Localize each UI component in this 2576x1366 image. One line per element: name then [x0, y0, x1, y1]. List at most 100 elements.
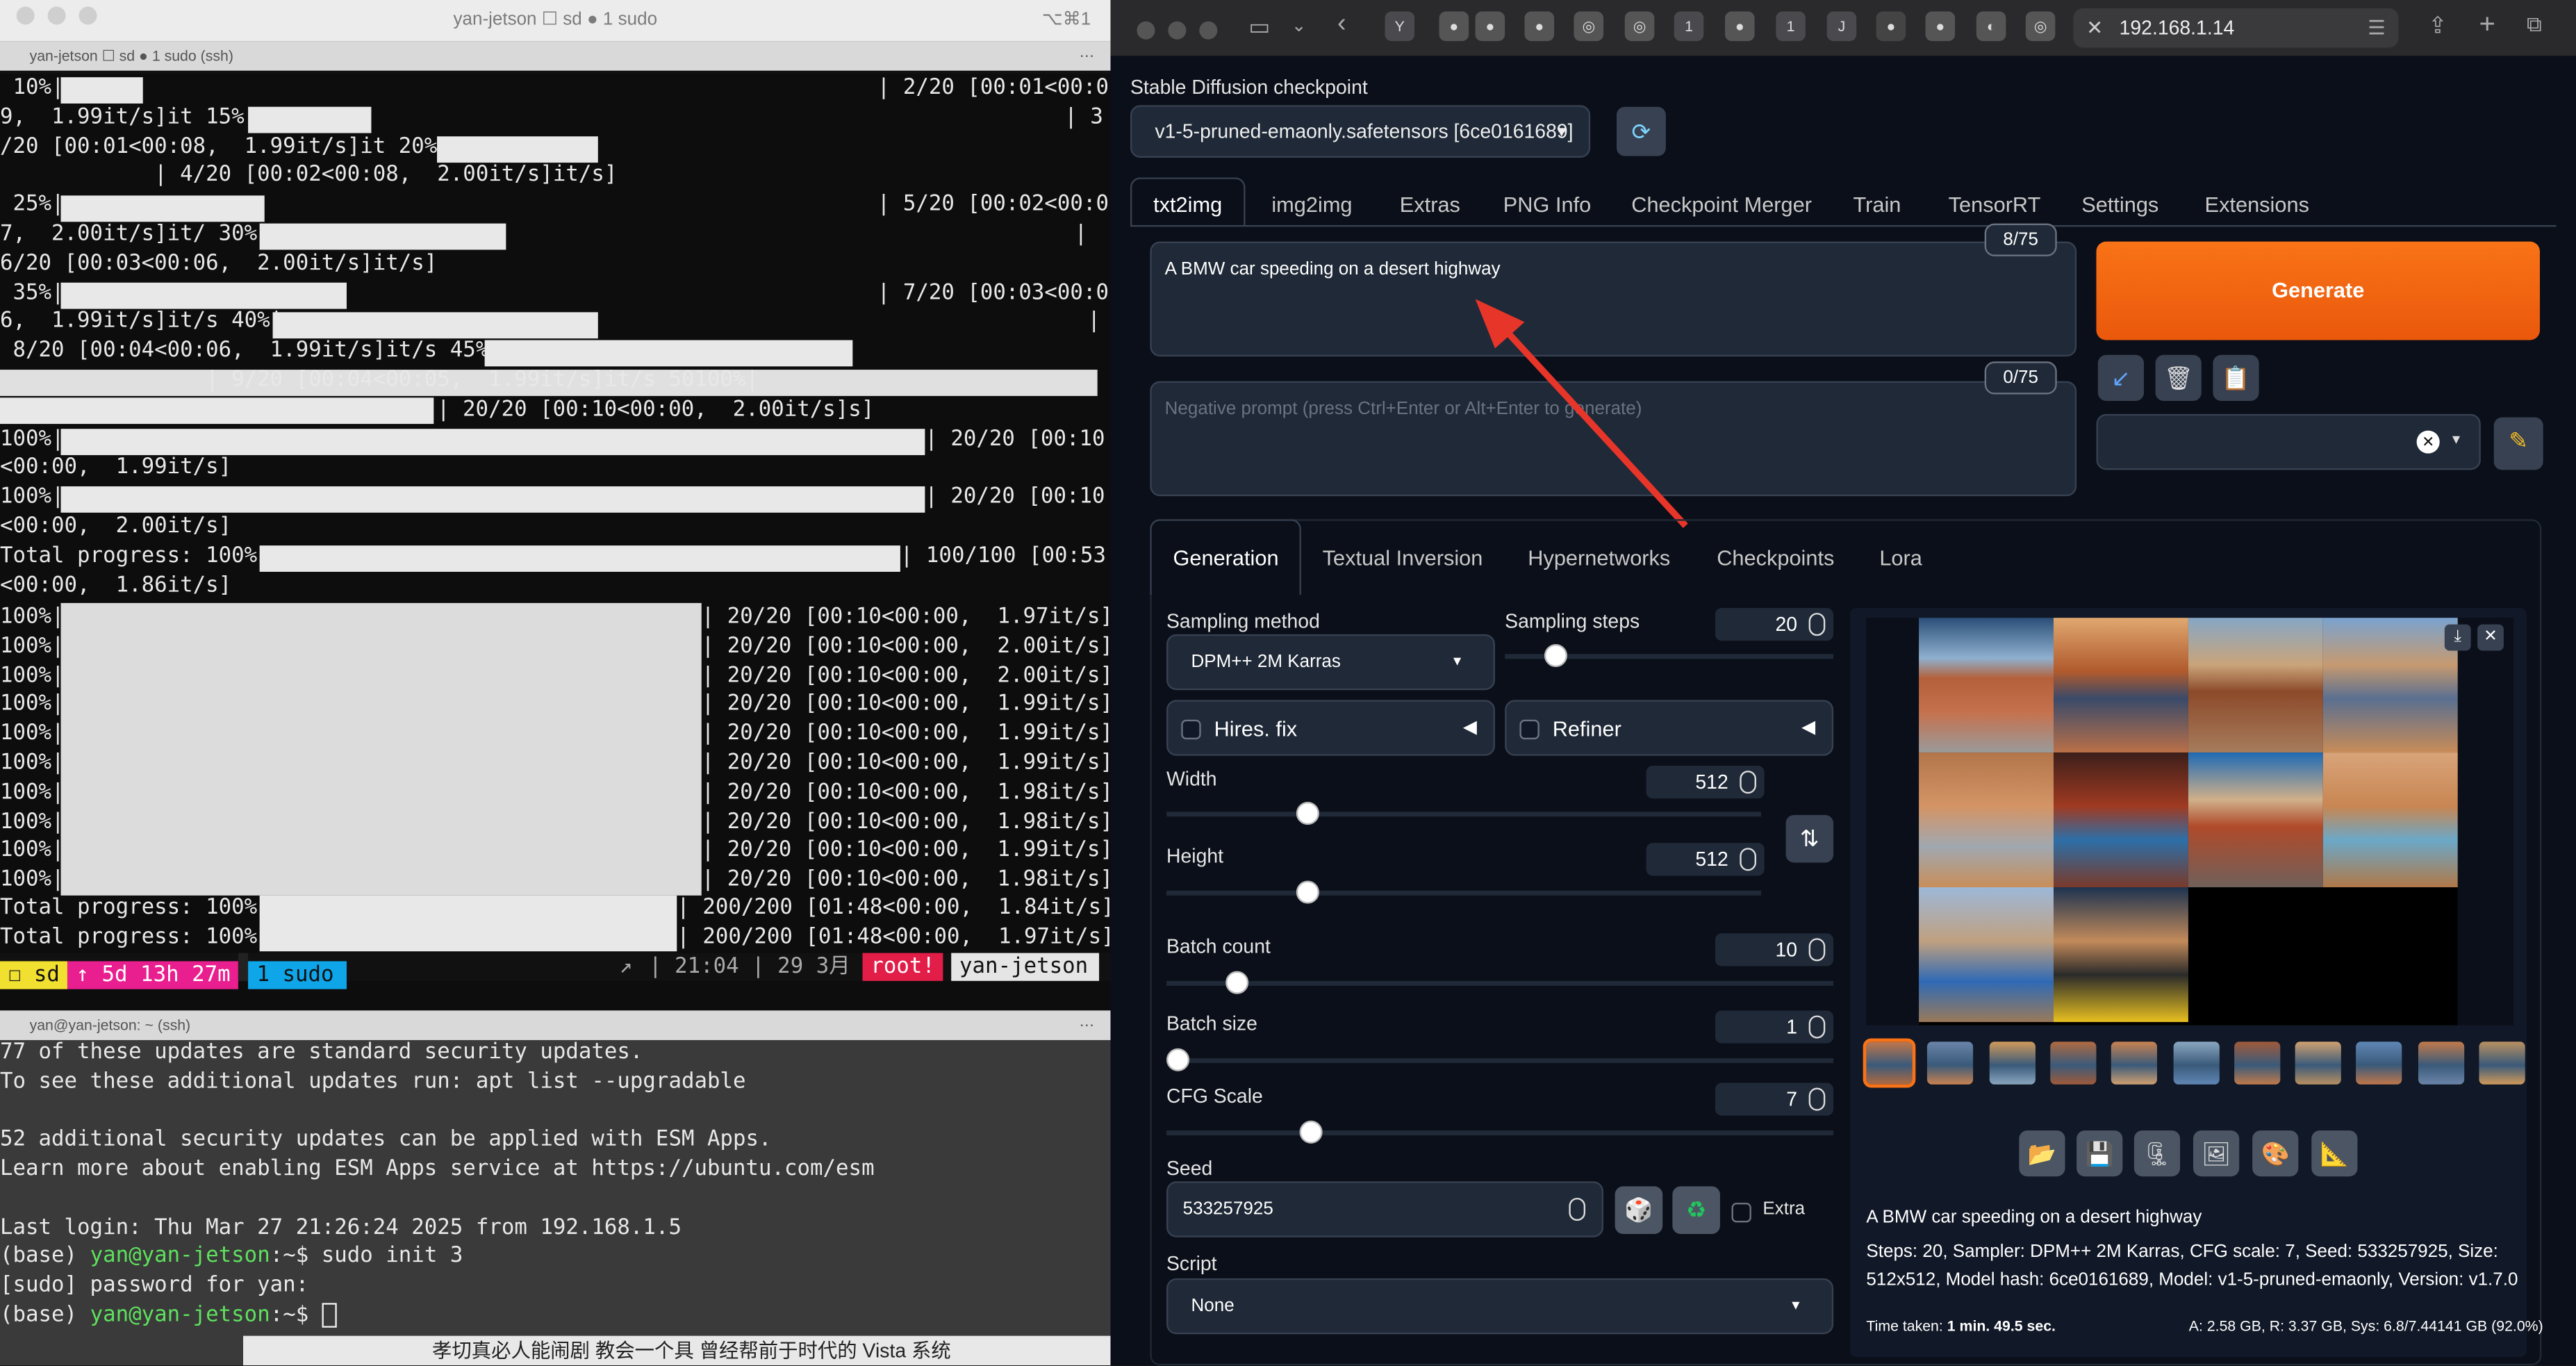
tab-train[interactable]: Train	[1853, 192, 1901, 217]
terminal-tab[interactable]: yan-jetson ☐ sd ● 1 sudo (ssh) ⋯	[0, 41, 1111, 71]
styles-select[interactable]: ✕ ▼	[2096, 413, 2481, 470]
thumbnail[interactable]	[1863, 1038, 1916, 1088]
width-knob[interactable]	[1296, 802, 1319, 825]
subtab-hypernetworks[interactable]: Hypernetworks	[1528, 545, 1670, 570]
window-controls[interactable]	[16, 0, 110, 41]
thumbnail[interactable]	[1988, 1042, 2036, 1085]
recycle-icon[interactable]: ♻	[1672, 1186, 1720, 1234]
tab-favicon[interactable]: ◐	[1976, 11, 2006, 42]
swap-dimensions-icon[interactable]: ⇅	[1785, 814, 1834, 863]
terminal-tab-2[interactable]: yan@yan-jetson: ~ (ssh) ⋯	[0, 1010, 1111, 1040]
stepper-icon[interactable]	[1569, 1197, 1586, 1221]
refresh-icon[interactable]: ⟳	[1616, 106, 1666, 156]
subtab-textual-inversion[interactable]: Textual Inversion	[1323, 545, 1483, 570]
refiner-checkbox[interactable]	[1519, 719, 1539, 740]
height-slider[interactable]	[1166, 890, 1762, 896]
subtab-lora[interactable]: Lora	[1879, 545, 1922, 570]
thumbnail-strip[interactable]	[1863, 1038, 2525, 1092]
seed-input[interactable]: 533257925	[1166, 1181, 1604, 1237]
stepper-icon[interactable]	[1808, 938, 1826, 962]
save-icon[interactable]: 💾	[2077, 1130, 2123, 1177]
width-slider[interactable]	[1166, 812, 1762, 817]
github-tab-icon[interactable]: ●	[1439, 11, 1469, 42]
script-select[interactable]: None ▼	[1166, 1278, 1834, 1335]
github-tab-icon[interactable]: ●	[1475, 11, 1505, 42]
extra-checkbox[interactable]	[1731, 1203, 1751, 1223]
width-input[interactable]: 512	[1646, 765, 1765, 799]
tab-extensions[interactable]: Extensions	[2205, 192, 2309, 217]
tab-png-info[interactable]: PNG Info	[1503, 192, 1591, 217]
refiner-accordion[interactable]: Refiner ◀	[1505, 700, 1834, 756]
close-tab-icon[interactable]: ✕	[2086, 8, 2103, 48]
batch-count-input[interactable]: 10	[1715, 933, 1834, 966]
batch-size-slider[interactable]	[1166, 1058, 1834, 1064]
tab-img2img[interactable]: img2img	[1271, 192, 1352, 217]
tab-menu-icon[interactable]: ⋯	[1080, 1010, 1094, 1040]
new-tab-icon[interactable]: +	[2479, 8, 2495, 41]
cfg-scale-input[interactable]: 7	[1715, 1083, 1834, 1116]
tab-settings[interactable]: Settings	[2081, 192, 2158, 217]
thumbnail[interactable]	[1927, 1042, 1974, 1085]
tab-favicon[interactable]: ◎	[1624, 11, 1655, 42]
thumbnail[interactable]	[2234, 1042, 2280, 1085]
collapse-icon[interactable]: ◀	[1801, 716, 1815, 737]
thumbnail[interactable]	[2050, 1042, 2097, 1085]
tab-extras[interactable]: Extras	[1400, 192, 1460, 217]
tab-favicon[interactable]: ◎	[2025, 11, 2056, 42]
dice-icon[interactable]: 🎲	[1615, 1186, 1663, 1234]
stepper-icon[interactable]	[1808, 613, 1826, 636]
github-tab-icon[interactable]: ●	[1925, 11, 1956, 42]
thumbnail[interactable]	[2172, 1042, 2219, 1085]
hires-fix-checkbox[interactable]	[1181, 719, 1201, 740]
trash-icon[interactable]: 🗑	[2155, 354, 2202, 402]
cfg-scale-knob[interactable]	[1299, 1120, 1323, 1144]
clipboard-icon[interactable]: 📋	[2213, 354, 2259, 402]
subtab-generation-label[interactable]: Generation	[1173, 545, 1278, 570]
tab-menu-icon[interactable]: ⋯	[1080, 41, 1094, 71]
height-knob[interactable]	[1296, 880, 1319, 904]
generate-button[interactable]: Generate	[2096, 241, 2540, 340]
sampling-steps-input[interactable]: 20	[1715, 607, 1834, 641]
collapse-icon[interactable]: ◀	[1463, 716, 1477, 737]
send-to-inpaint-icon[interactable]: 🎨	[2252, 1130, 2299, 1177]
folder-icon[interactable]: 📂	[2019, 1130, 2065, 1177]
close-icon[interactable]: ✕	[2477, 624, 2504, 651]
edit-styles-icon[interactable]: ✎	[2493, 417, 2543, 470]
tab-favicon[interactable]: Y	[1385, 11, 1415, 42]
batch-size-knob[interactable]	[1166, 1048, 1190, 1071]
thumbnail[interactable]	[2356, 1042, 2403, 1085]
thumbnail[interactable]	[2479, 1042, 2525, 1085]
stepper-icon[interactable]	[1740, 848, 1756, 871]
tab-favicon[interactable]: J	[1826, 11, 1857, 42]
sampling-method-select[interactable]: DPM++ 2M Karras ▼	[1166, 634, 1495, 691]
stepper-icon[interactable]	[1808, 1087, 1826, 1111]
batch-count-knob[interactable]	[1225, 971, 1249, 994]
send-to-img2img-icon[interactable]: 🖼	[2193, 1130, 2240, 1177]
cfg-scale-slider[interactable]	[1166, 1130, 1834, 1136]
tab-favicon[interactable]: 1	[1674, 11, 1704, 42]
tab-overview-icon[interactable]: ⧉	[2527, 12, 2542, 38]
thumbnail[interactable]	[2295, 1042, 2342, 1085]
paste-params-icon[interactable]: ↙	[2097, 354, 2145, 402]
height-input[interactable]: 512	[1646, 843, 1765, 876]
clear-icon[interactable]: ✕	[2416, 430, 2440, 454]
address-bar[interactable]: ✕ 192.168.1.14 ☰	[2073, 8, 2399, 48]
status-window[interactable]: 1 sudo	[248, 961, 347, 989]
github-tab-icon[interactable]: ●	[1524, 11, 1555, 42]
window-controls[interactable]	[1137, 18, 1230, 48]
tab-txt2img-label[interactable]: txt2img	[1153, 192, 1222, 217]
thumbnail[interactable]	[2111, 1042, 2158, 1085]
github-tab-icon[interactable]: ●	[1725, 11, 1755, 42]
openai-tab-icon[interactable]: ◎	[1574, 11, 1604, 42]
chevron-down-icon[interactable]: ⌄	[1291, 15, 1307, 36]
checkpoint-select[interactable]: v1-5-pruned-emaonly.safetensors [6ce0161…	[1130, 105, 1591, 158]
tab-favicon[interactable]: 1	[1776, 11, 1806, 42]
thumbnail[interactable]	[2418, 1042, 2464, 1085]
back-icon[interactable]: ‹	[1337, 10, 1346, 40]
tab-tensorrt[interactable]: TensorRT	[1949, 192, 2041, 217]
sidebar-icon[interactable]: ▭	[1248, 13, 1270, 41]
tab-checkpoint-merger[interactable]: Checkpoint Merger	[1631, 192, 1812, 217]
subtab-checkpoints[interactable]: Checkpoints	[1717, 545, 1834, 570]
github-tab-icon[interactable]: ●	[1876, 11, 1906, 42]
download-icon[interactable]: ⤓	[2444, 624, 2471, 651]
